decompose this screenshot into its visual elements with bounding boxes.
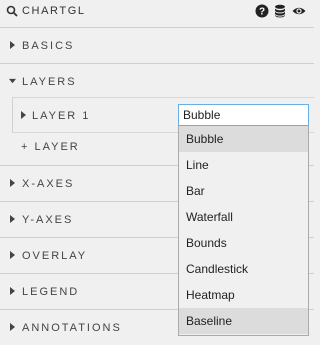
caret-right-icon xyxy=(10,179,15,187)
add-layer-button[interactable]: + LAYER xyxy=(21,141,80,153)
dropdown-option-bar[interactable]: Bar xyxy=(179,178,308,204)
dropdown-option-bounds[interactable]: Bounds xyxy=(179,230,308,256)
panel-header: CHARTGL ? xyxy=(0,0,314,24)
section-label: LEGEND xyxy=(22,286,80,298)
section-layers[interactable]: LAYERS xyxy=(0,63,314,99)
help-icon[interactable]: ? xyxy=(255,4,269,18)
svg-text:?: ? xyxy=(259,7,265,18)
section-label: X-AXES xyxy=(22,178,75,190)
section-basics[interactable]: BASICS xyxy=(0,27,314,63)
dropdown-option-heatmap[interactable]: Heatmap xyxy=(179,282,308,308)
dropdown-option-waterfall[interactable]: Waterfall xyxy=(179,204,308,230)
dropdown-option-candlestick[interactable]: Candlestick xyxy=(179,256,308,282)
database-icon[interactable] xyxy=(273,4,287,18)
section-label: Y-AXES xyxy=(22,214,74,226)
caret-right-icon xyxy=(10,287,15,295)
layer-type-select[interactable]: Bubble xyxy=(178,104,309,126)
section-label: OVERLAY xyxy=(22,250,88,262)
caret-right-icon xyxy=(10,251,15,259)
layer-type-dropdown: Bubble Line Bar Waterfall Bounds Candles… xyxy=(178,126,309,336)
caret-right-icon xyxy=(10,215,15,223)
caret-down-icon xyxy=(9,78,16,84)
section-label: BASICS xyxy=(22,40,75,52)
section-label: LAYERS xyxy=(22,76,77,88)
eye-icon[interactable] xyxy=(292,4,306,18)
caret-right-icon xyxy=(10,41,15,49)
layer-label: LAYER 1 xyxy=(32,110,91,122)
panel-title: CHARTGL xyxy=(22,5,86,17)
dropdown-option-line[interactable]: Line xyxy=(179,152,308,178)
caret-right-icon xyxy=(21,111,26,119)
section-label: ANNOTATIONS xyxy=(22,322,122,334)
search-icon[interactable] xyxy=(6,5,18,17)
caret-right-icon xyxy=(10,323,15,331)
dropdown-option-bubble[interactable]: Bubble xyxy=(179,126,308,152)
dropdown-option-baseline[interactable]: Baseline xyxy=(179,308,308,334)
